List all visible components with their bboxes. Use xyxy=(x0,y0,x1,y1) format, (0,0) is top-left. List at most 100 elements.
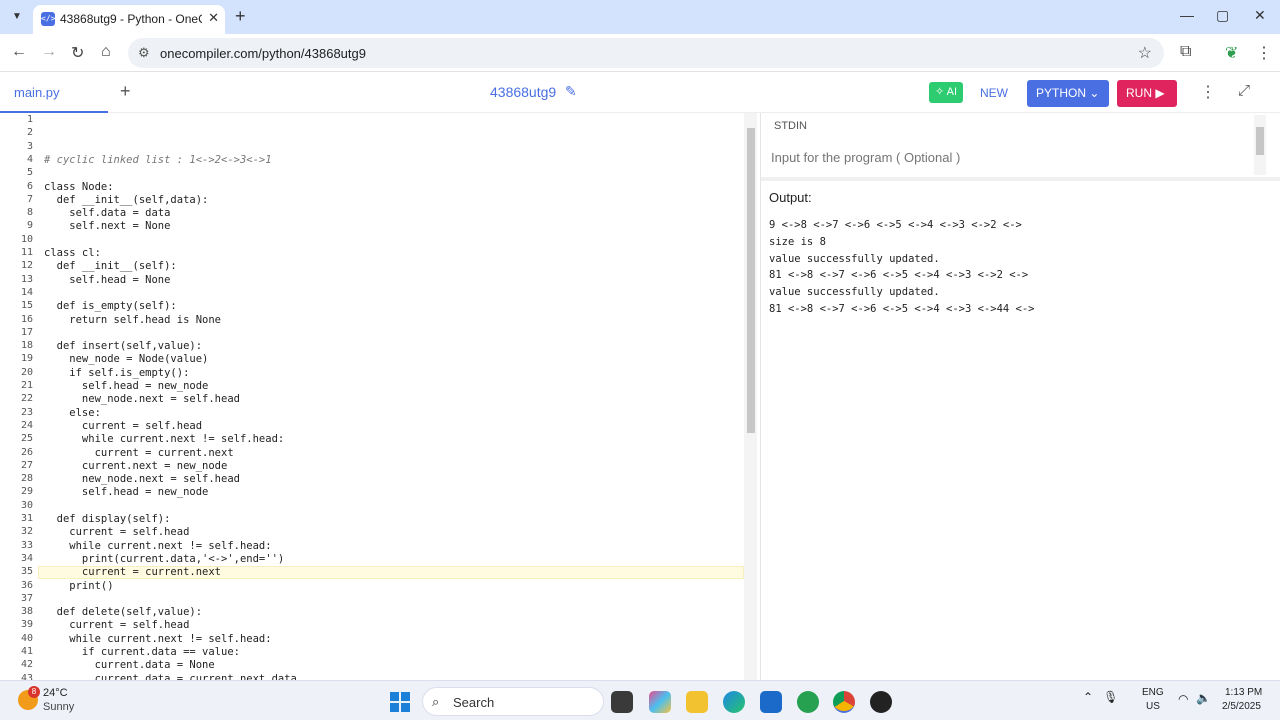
code-line[interactable]: while current.next != self.head: xyxy=(44,433,284,445)
reload-icon[interactable]: ↻ xyxy=(71,43,84,63)
language-select-button[interactable]: PYTHON ⌄ xyxy=(1027,80,1109,107)
browser-tab[interactable]: </> 43868utg9 - Python - OneComp ✕ xyxy=(33,5,225,34)
code-line[interactable]: return self.head is None xyxy=(44,314,221,326)
restore-icon[interactable]: ▢ xyxy=(1216,7,1229,24)
code-line[interactable]: current.data = current.next.data xyxy=(44,673,297,680)
new-tab-plus-icon[interactable]: + xyxy=(235,6,246,27)
code-line[interactable]: def is_empty(self): xyxy=(44,300,177,312)
code-line[interactable]: self.next = None xyxy=(44,220,170,232)
bookmark-star-icon[interactable]: ☆ xyxy=(1138,43,1152,63)
code-line[interactable]: def delete(self,value): xyxy=(44,606,202,618)
code-line[interactable]: if self.is_empty(): xyxy=(44,367,189,379)
edit-pencil-icon[interactable]: ✎ xyxy=(565,83,577,100)
stdin-scrollbar-thumb[interactable] xyxy=(1256,127,1264,155)
more-options-icon[interactable]: ⋮ xyxy=(1200,82,1216,102)
edge-browser-icon[interactable] xyxy=(723,691,745,713)
panel-divider[interactable] xyxy=(761,177,1280,181)
run-button[interactable]: RUN ▶ xyxy=(1117,80,1177,107)
clock-time[interactable]: 1:13 PM xyxy=(1225,687,1262,698)
line-number: 1 xyxy=(26,114,33,125)
clock-date[interactable]: 2/5/2025 xyxy=(1222,701,1261,712)
code-line[interactable]: class Node: xyxy=(44,181,114,193)
tab-list-chevron-icon[interactable]: ▼ xyxy=(8,8,26,26)
code-line[interactable]: # cyclic linked list : 1<->2<->3<->1 xyxy=(44,154,272,166)
code-line[interactable]: def insert(self,value): xyxy=(44,340,202,352)
speaker-icon[interactable]: 🔈 xyxy=(1196,691,1211,705)
line-number: 34 xyxy=(20,552,33,564)
browser-menu-icon[interactable]: ⋮ xyxy=(1256,43,1272,63)
code-line[interactable]: current = self.head xyxy=(44,526,189,538)
line-number: 5 xyxy=(26,167,33,179)
line-number: 39 xyxy=(20,619,33,631)
close-window-icon[interactable]: ✕ xyxy=(1254,7,1266,24)
code-line[interactable]: class cl: xyxy=(44,247,101,259)
taskbar-search-box[interactable]: ⌕ Search xyxy=(422,687,604,716)
app-icon[interactable] xyxy=(870,691,892,713)
output-line: 81 <->8 <->7 <->6 <->5 <->4 <->3 <->2 <-… xyxy=(769,269,1029,282)
code-line[interactable]: current.next = new_node xyxy=(44,460,227,472)
close-tab-icon[interactable]: ✕ xyxy=(208,10,219,26)
code-line[interactable]: def display(self): xyxy=(44,513,171,525)
input-language[interactable]: ENG xyxy=(1142,687,1164,698)
code-line[interactable]: while current.next != self.head: xyxy=(44,540,271,552)
tray-icons[interactable]: ⌃ 🎙 xyxy=(1083,690,1118,704)
file-tab-main[interactable]: main.py xyxy=(0,72,108,113)
code-line[interactable]: current = current.next xyxy=(44,447,234,459)
minimize-icon[interactable]: — xyxy=(1180,7,1194,23)
code-line[interactable]: new_node.next = self.head xyxy=(44,393,240,405)
file-explorer-icon[interactable] xyxy=(686,691,708,713)
code-line[interactable]: self.head = new_node xyxy=(44,380,208,392)
project-name[interactable]: 43868utg9 xyxy=(490,84,556,100)
extension-leaf-icon[interactable]: ❦ xyxy=(1225,43,1238,63)
add-file-plus-icon[interactable]: + xyxy=(120,81,131,102)
code-line[interactable]: new_node = Node(value) xyxy=(44,353,208,365)
code-line[interactable]: while current.next != self.head: xyxy=(44,633,271,645)
browser-tab-bar: ▼ </> 43868utg9 - Python - OneComp ✕ + —… xyxy=(0,0,1280,34)
code-line[interactable]: current = self.head xyxy=(44,420,202,432)
output-line: 9 <->8 <->7 <->6 <->5 <->4 <->3 <->2 <-> xyxy=(769,219,1022,231)
site-info-icon[interactable]: ⚙ xyxy=(138,45,150,61)
code-line[interactable]: current = current.next xyxy=(44,566,221,578)
forward-arrow-icon[interactable]: → xyxy=(41,43,57,61)
code-line[interactable]: def __init__(self): xyxy=(44,260,177,272)
input-region[interactable]: US xyxy=(1146,701,1160,712)
line-number: 37 xyxy=(20,592,33,604)
editor-scrollbar-thumb[interactable] xyxy=(747,128,755,433)
weather-description[interactable]: Sunny xyxy=(43,701,74,713)
code-line[interactable]: self.head = new_node xyxy=(44,486,208,498)
editor-scrollbar[interactable] xyxy=(744,113,757,680)
back-arrow-icon[interactable]: ← xyxy=(11,43,27,61)
code-line[interactable]: new_node.next = self.head xyxy=(44,473,240,485)
weather-temperature[interactable]: 24°C xyxy=(43,687,68,699)
code-line[interactable]: print() xyxy=(44,580,113,592)
extensions-puzzle-icon[interactable]: ⧉ xyxy=(1180,43,1191,61)
new-button[interactable]: NEW xyxy=(980,86,1008,100)
ai-label: AI xyxy=(946,86,958,98)
code-line[interactable]: if current.data == value: xyxy=(44,646,240,658)
ai-button[interactable]: ✧ AI xyxy=(929,82,963,103)
chevron-up-icon[interactable]: ⌃ xyxy=(1083,690,1093,704)
microsoft-store-icon[interactable] xyxy=(760,691,782,713)
code-editor[interactable]: 1 2 3 4 5 6 7 8 9 10 11 12 13 14 15 16 17 18 19 20 21 22 23 24 2… xyxy=(0,113,757,680)
whatsapp-icon[interactable] xyxy=(797,691,819,713)
code-line[interactable]: current.data = None xyxy=(44,659,215,671)
stdin-scrollbar[interactable] xyxy=(1254,115,1266,175)
code-line[interactable]: self.data = data xyxy=(44,207,170,219)
line-number: 14 xyxy=(20,286,33,298)
chrome-icon[interactable] xyxy=(833,691,855,713)
wifi-icon[interactable]: ◠ xyxy=(1178,692,1188,706)
microphone-icon[interactable]: 🎙 xyxy=(1103,690,1118,704)
home-icon[interactable]: ⌂ xyxy=(101,43,111,61)
code-line[interactable]: else: xyxy=(44,407,101,419)
url-text[interactable]: onecompiler.com/python/43868utg9 xyxy=(160,46,366,61)
fullscreen-icon[interactable]: ⤢ xyxy=(1238,82,1250,99)
code-line[interactable]: print(current.data,'<->',end='') xyxy=(44,553,284,565)
copilot-icon[interactable] xyxy=(649,691,671,713)
task-view-icon[interactable] xyxy=(611,691,633,713)
code-line[interactable]: current = self.head xyxy=(44,619,189,631)
code-line[interactable]: def __init__(self,data): xyxy=(44,194,209,206)
code-line[interactable]: self.head = None xyxy=(44,274,170,286)
stdin-input[interactable] xyxy=(771,145,1251,169)
url-omnibox[interactable]: ⚙ onecompiler.com/python/43868utg9 ☆ xyxy=(128,38,1164,68)
windows-start-icon[interactable] xyxy=(390,692,410,712)
